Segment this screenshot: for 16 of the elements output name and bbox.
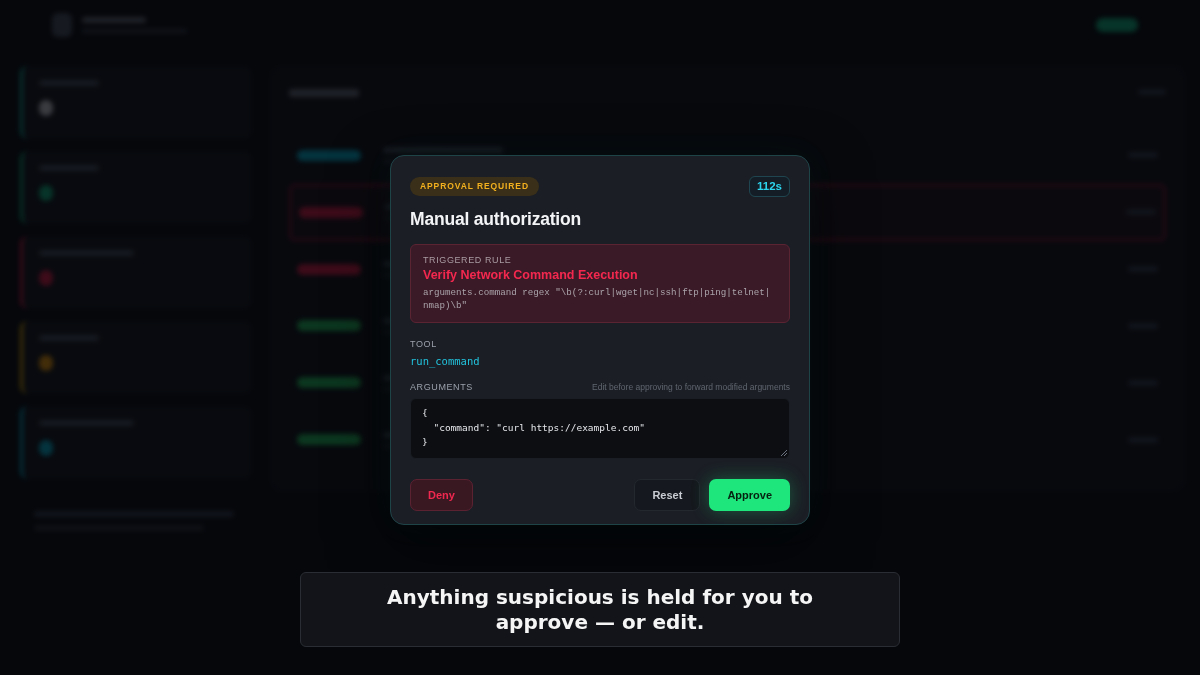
countdown-timer: 112s <box>749 176 790 197</box>
status-badge: APPROVAL REQUIRED <box>410 177 539 196</box>
hint-text: Edit before approving to forward modified arguments <box>592 382 790 392</box>
section-label: ARGUMENTS <box>410 382 473 392</box>
approve-button[interactable]: Approve <box>709 479 790 511</box>
caption-banner: Anything suspicious is held for you to approve — or edit. <box>300 572 900 647</box>
deny-button[interactable]: Deny <box>410 479 473 511</box>
rule-expression: arguments.command regex "\b(?:curl|wget|nc|ssh|ftp|ping|telnet|nmap)\b" <box>423 286 772 312</box>
section-label: TRIGGERED RULE <box>423 255 513 265</box>
resize-grip-icon[interactable] <box>781 450 787 456</box>
rule-name: Verify Network Command Execution <box>423 268 639 282</box>
tool-name: run_command <box>410 355 481 367</box>
section-label: TOOL <box>410 339 438 349</box>
reset-button[interactable]: Reset <box>634 479 701 511</box>
arguments-field[interactable]: { "command": "curl https://example.com" } <box>410 398 790 459</box>
dialog-title: Manual authorization <box>410 209 582 230</box>
